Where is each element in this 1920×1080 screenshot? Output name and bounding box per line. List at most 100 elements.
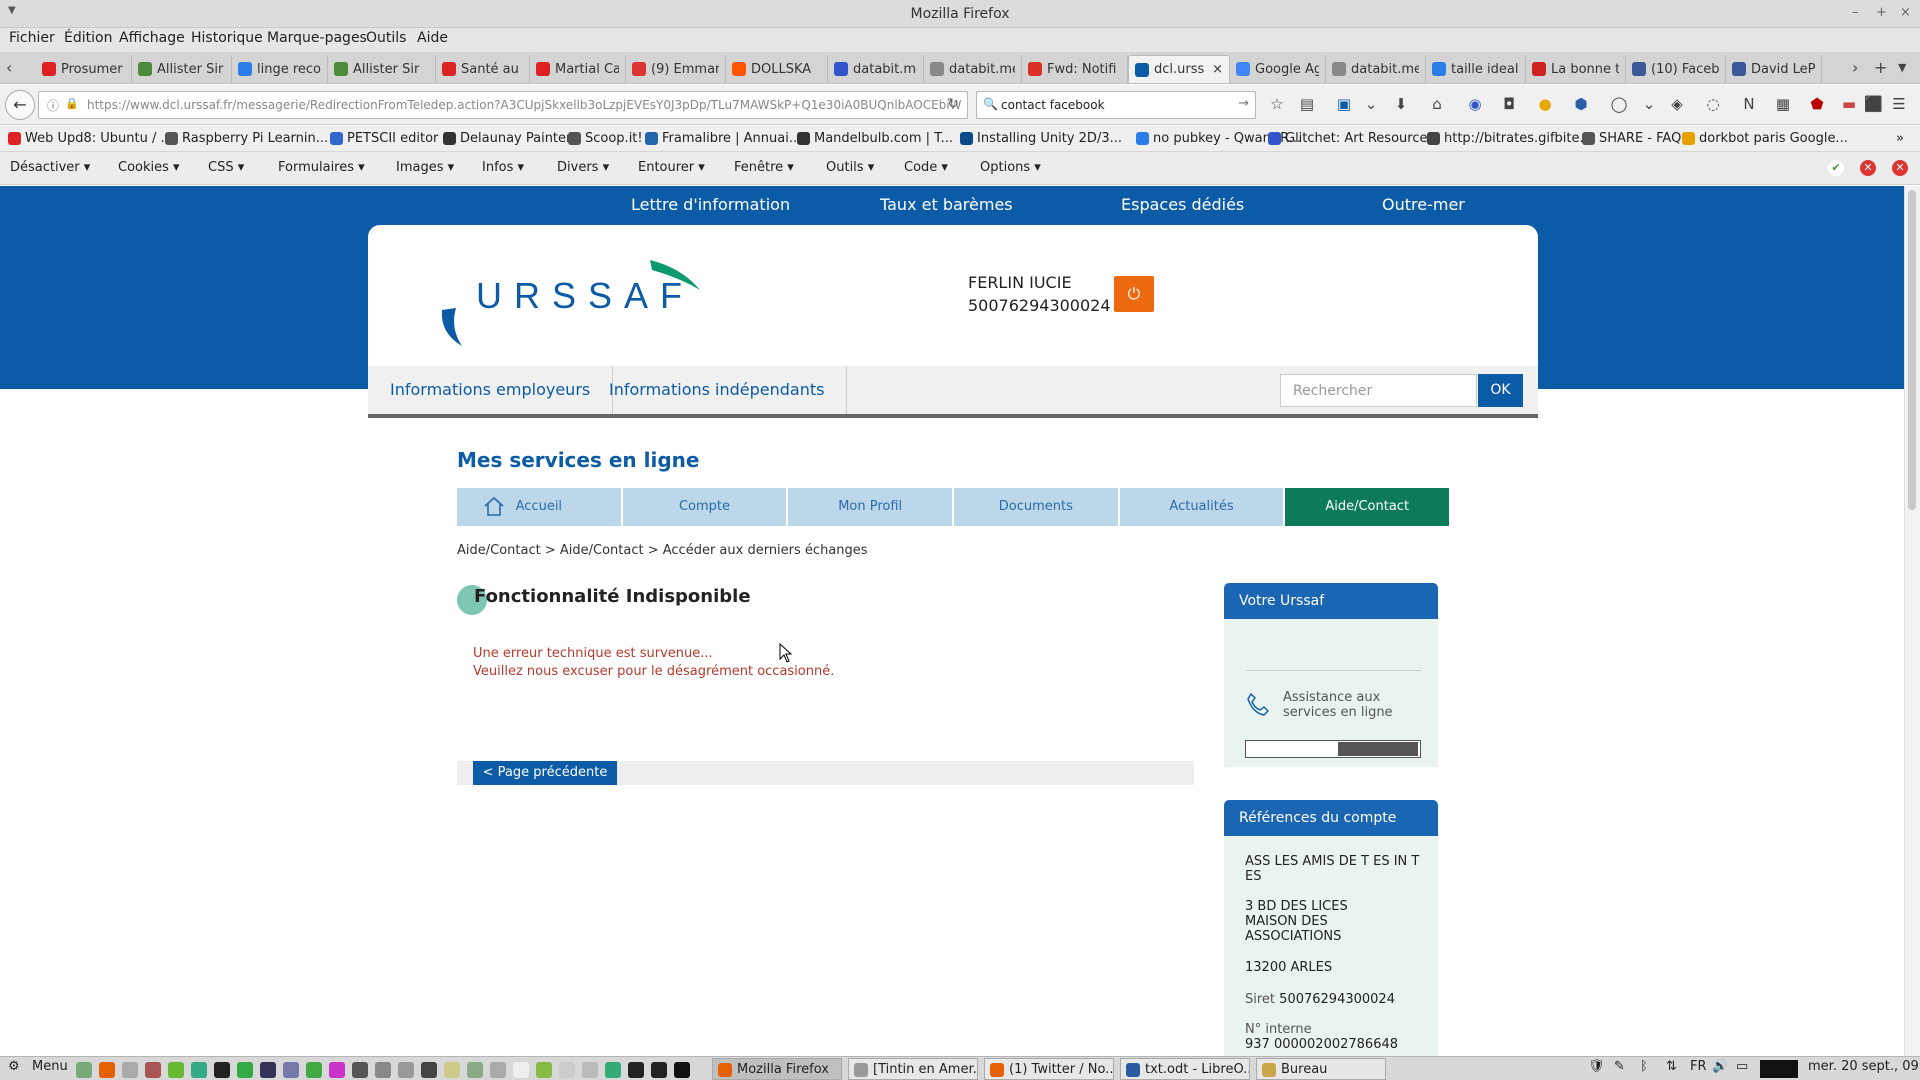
tab-1[interactable]: Allister Sir — [132, 55, 232, 83]
site-search-ok-button[interactable]: OK — [1478, 374, 1523, 407]
taskbar-window-libreoffice[interactable]: txt.odt - LibreO... — [1120, 1058, 1250, 1080]
bookmark-3[interactable]: Delaunay Painter — [443, 131, 571, 146]
download-icon[interactable]: ⬇ — [1392, 95, 1410, 113]
tab-accueil[interactable]: Accueil — [457, 488, 621, 526]
quicklaunch-app-icon[interactable] — [99, 1062, 115, 1078]
tab-11[interactable]: dcl.urss × — [1128, 55, 1230, 83]
quicklaunch-app-icon[interactable] — [444, 1062, 460, 1078]
tab-mon-profil[interactable]: Mon Profil — [788, 488, 953, 526]
quicklaunch-app-icon[interactable] — [559, 1062, 575, 1078]
quicklaunch-app-icon[interactable] — [398, 1062, 414, 1078]
tab-13[interactable]: databit.me/TL — [1326, 55, 1426, 83]
ublock-icon[interactable]: ⬟ — [1808, 95, 1826, 113]
tab-compte[interactable]: Compte — [622, 488, 787, 526]
quicklaunch-app-icon[interactable] — [214, 1062, 230, 1078]
search-go-icon[interactable]: → — [1238, 96, 1249, 111]
tab-17[interactable]: David LeP — [1726, 55, 1822, 83]
quicklaunch-app-icon[interactable] — [329, 1062, 345, 1078]
tray-network-icon[interactable]: ⇅ — [1666, 1059, 1677, 1074]
quicklaunch-app-icon[interactable] — [674, 1062, 690, 1078]
tabs-scroll-left-icon[interactable]: ‹ — [6, 58, 12, 77]
quicklaunch-app-icon[interactable] — [352, 1062, 368, 1078]
close-toolbar-icon[interactable]: ✕ — [1892, 160, 1908, 176]
tab-15[interactable]: La bonne t — [1526, 55, 1626, 83]
tab-16[interactable]: (10) Faceb — [1626, 55, 1726, 83]
tab-2[interactable]: linge reco — [232, 55, 328, 83]
pocket-icon[interactable]: ◘ — [1500, 95, 1518, 113]
tab-4[interactable]: Santé au t — [436, 55, 530, 83]
bookmark-star-icon[interactable]: ☆ — [1268, 95, 1286, 113]
devbar-1[interactable]: Cookies ▾ — [118, 160, 180, 175]
quicklaunch-app-icon[interactable] — [375, 1062, 391, 1078]
search-value[interactable]: contact facebook — [1001, 98, 1105, 112]
devbar-4[interactable]: Images ▾ — [396, 160, 454, 175]
pocket-dropdown-icon[interactable]: ⌄ — [1362, 95, 1380, 113]
menu-historique[interactable]: Historique — [191, 30, 263, 46]
tabs-list-icon[interactable]: ▼ — [1898, 61, 1906, 74]
color-bars-icon[interactable]: ▬ — [1840, 95, 1858, 113]
reading-list-icon[interactable]: ▤ — [1298, 95, 1316, 113]
tabs-scroll-right-icon[interactable]: › — [1852, 58, 1858, 77]
logout-button[interactable]: ⏻ — [1114, 276, 1154, 312]
devbar-9[interactable]: Outils ▾ — [826, 160, 874, 175]
quicklaunch-app-icon[interactable] — [490, 1062, 506, 1078]
devbar-11[interactable]: Options ▾ — [980, 160, 1041, 175]
n-icon[interactable]: N — [1740, 95, 1758, 113]
back-button[interactable]: ← — [5, 90, 35, 120]
search-bar[interactable]: 🔍 contact facebook → — [976, 91, 1256, 119]
ruler-icon[interactable]: ◈ — [1668, 95, 1686, 113]
menu-edition[interactable]: Édition — [64, 30, 112, 46]
urssaf-logo[interactable]: URSSAF — [430, 258, 710, 348]
tab-3[interactable]: Allister Sir — [328, 55, 436, 83]
check-icon[interactable]: ✔ — [1828, 160, 1844, 176]
tab-close-icon[interactable]: × — [1212, 62, 1223, 77]
hamburger-menu-icon[interactable]: ☰ — [1890, 95, 1908, 113]
quicklaunch-app-icon[interactable] — [628, 1062, 644, 1078]
tab-5[interactable]: Martial Ca — [530, 55, 626, 83]
bookmark-1[interactable]: Raspberry Pi Learnin... — [165, 131, 328, 146]
chat-icon[interactable]: ◯ — [1610, 95, 1628, 113]
taskbar-menu-icon[interactable]: ⚙ — [8, 1059, 20, 1074]
menu-marque-pages[interactable]: Marque-pages — [267, 30, 367, 46]
circle-icon[interactable]: ◌ — [1704, 95, 1722, 113]
taskbar-window-tintin[interactable]: [Tintin en Amer... — [848, 1058, 978, 1080]
devbar-10[interactable]: Code ▾ — [904, 160, 948, 175]
flash-icon[interactable]: ⬛ — [1864, 95, 1883, 113]
tab-12[interactable]: Google Ag — [1230, 55, 1326, 83]
quicklaunch-app-icon[interactable] — [237, 1062, 253, 1078]
quicklaunch-app-icon[interactable] — [76, 1062, 92, 1078]
devbar-2[interactable]: CSS ▾ — [208, 160, 244, 175]
menu-affichage[interactable]: Affichage — [119, 30, 185, 46]
taskbar-window-bureau[interactable]: Bureau — [1256, 1058, 1386, 1080]
topnav-taux[interactable]: Taux et barèmes — [880, 195, 1013, 214]
bookmark-2[interactable]: PETSCII editor — [330, 131, 438, 146]
tray-pen-icon[interactable]: ✎ — [1614, 1059, 1625, 1074]
quicklaunch-app-icon[interactable] — [122, 1062, 138, 1078]
bookmark-4[interactable]: Scoop.it! — [568, 131, 643, 146]
devbar-8[interactable]: Fenêtre ▾ — [734, 160, 794, 175]
bookmark-10[interactable]: http://bitrates.gifbite... — [1427, 131, 1592, 146]
tab-actualites[interactable]: Actualités — [1119, 488, 1284, 526]
quicklaunch-app-icon[interactable] — [421, 1062, 437, 1078]
tab-10[interactable]: Fwd: Notifi — [1022, 55, 1128, 83]
new-tab-icon[interactable]: + — [1874, 58, 1887, 77]
tab-6[interactable]: (9) Emmar — [626, 55, 726, 83]
tab-aide-contact[interactable]: Aide/Contact — [1285, 488, 1450, 526]
topnav-lettre[interactable]: Lettre d'information — [631, 195, 790, 214]
minimize-icon[interactable]: – — [1852, 5, 1859, 20]
bookmark-11[interactable]: SHARE - FAQ — [1582, 131, 1681, 146]
quicklaunch-app-icon[interactable] — [513, 1062, 529, 1078]
taskbar-menu[interactable]: Menu — [32, 1059, 68, 1074]
error-icon[interactable]: ✕ — [1860, 160, 1876, 176]
assistance-bar[interactable] — [1245, 740, 1421, 758]
devbar-3[interactable]: Formulaires ▾ — [278, 160, 365, 175]
tab-documents[interactable]: Documents — [954, 488, 1118, 526]
bookmarks-overflow-icon[interactable]: » — [1896, 131, 1904, 146]
tab-0[interactable]: Prosumer — [36, 55, 132, 83]
quicklaunch-app-icon[interactable] — [306, 1062, 322, 1078]
topnav-espaces[interactable]: Espaces dédiés — [1121, 195, 1244, 214]
quicklaunch-app-icon[interactable] — [168, 1062, 184, 1078]
url-text[interactable]: https://www.dcl.urssaf.fr/messagerie/Red… — [87, 98, 967, 112]
tab-9[interactable]: databit.me/TL — [924, 55, 1022, 83]
previous-page-button[interactable]: < Page précédente — [473, 761, 617, 785]
